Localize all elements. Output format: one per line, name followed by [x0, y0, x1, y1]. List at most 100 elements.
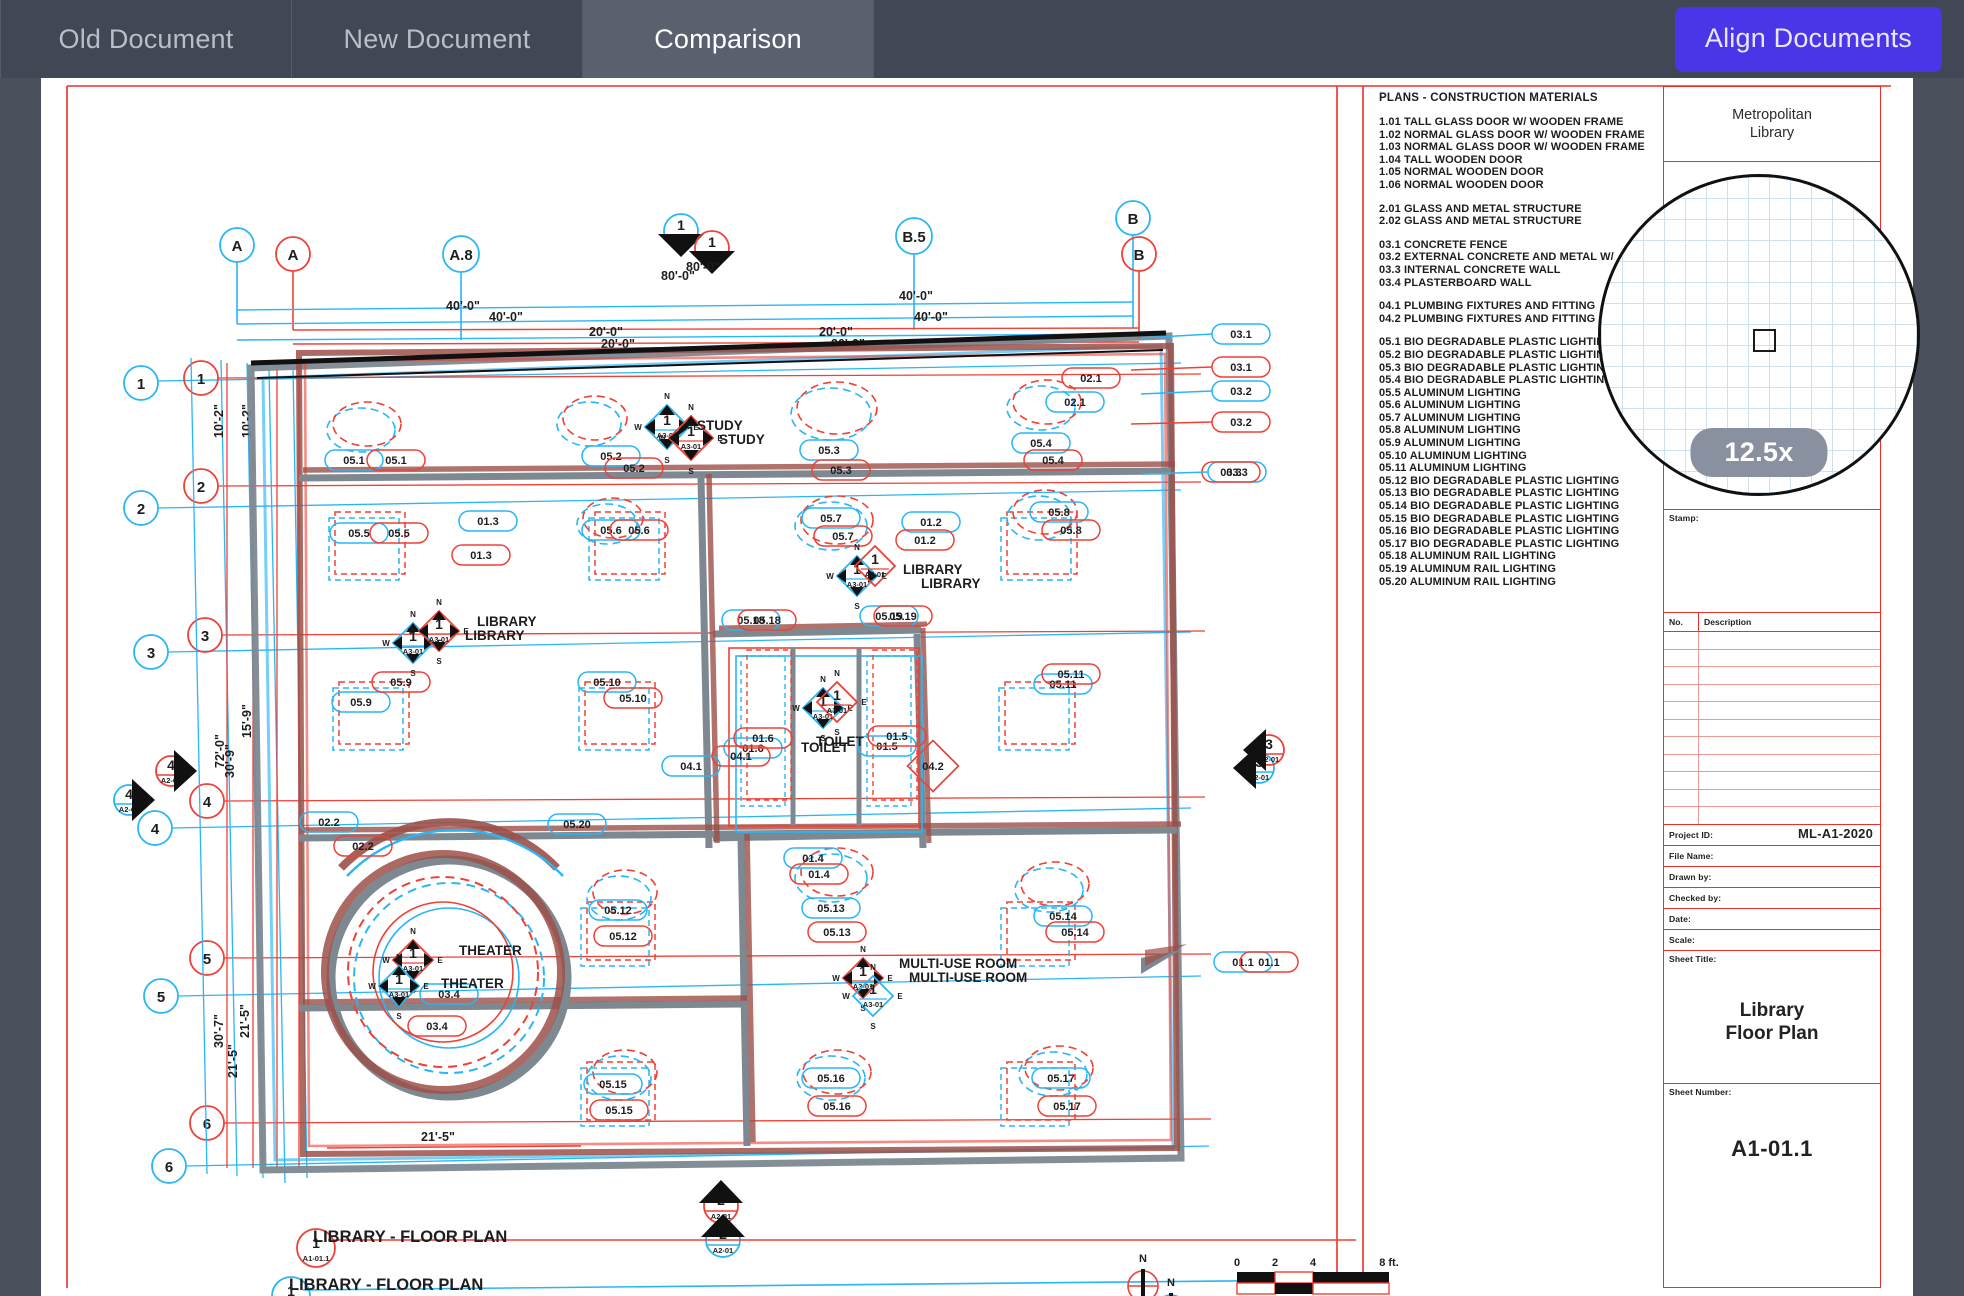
revision-row[interactable] — [1664, 650, 1880, 668]
svg-text:1: 1 — [197, 371, 205, 388]
svg-text:01.1: 01.1 — [1232, 957, 1253, 969]
svg-text:S: S — [664, 456, 670, 465]
legend-item: 05.20 ALUMINUM RAIL LIGHTING — [1379, 576, 1629, 589]
svg-text:W: W — [826, 572, 834, 581]
legend-item: 05.12 BIO DEGRADABLE PLASTIC LIGHTING — [1379, 475, 1629, 488]
tab-comparison[interactable]: Comparison — [583, 0, 874, 78]
svg-text:05.5: 05.5 — [348, 528, 369, 540]
legend-item: 1.02 NORMAL GLASS DOOR W/ WOODEN FRAME — [1379, 129, 1629, 142]
tab-new-document[interactable]: New Document — [292, 0, 583, 78]
svg-text:1: 1 — [708, 234, 716, 250]
svg-text:3: 3 — [147, 645, 155, 662]
svg-text:15'-9": 15'-9" — [240, 704, 254, 738]
svg-text:A1-01.1: A1-01.1 — [303, 1254, 330, 1263]
revision-row[interactable] — [1664, 685, 1880, 703]
magnifier-loupe[interactable]: 12.5x — [1598, 174, 1920, 496]
svg-text:3: 3 — [1265, 736, 1273, 752]
svg-text:N: N — [820, 675, 826, 684]
svg-text:01.2: 01.2 — [914, 535, 935, 547]
svg-text:05.13: 05.13 — [817, 903, 845, 915]
toolbar-spacer — [874, 0, 1675, 78]
align-documents-button[interactable]: Align Documents — [1675, 7, 1942, 72]
svg-text:2: 2 — [197, 479, 205, 496]
svg-text:B: B — [1128, 211, 1139, 228]
legend-item: 2.01 GLASS AND METAL STRUCTURE — [1379, 203, 1629, 216]
legend-item: 05.5 ALUMINUM LIGHTING — [1379, 387, 1629, 400]
date-field[interactable]: Date: — [1664, 909, 1880, 930]
svg-text:05.13: 05.13 — [823, 927, 851, 939]
svg-text:05.6: 05.6 — [628, 525, 649, 537]
legend-item: 03.2 EXTERNAL CONCRETE AND METAL W/ — [1379, 251, 1629, 264]
svg-text:N: N — [834, 669, 840, 678]
svg-text:02.2: 02.2 — [352, 841, 373, 853]
svg-text:05.3: 05.3 — [830, 465, 851, 477]
svg-text:21'-5": 21'-5" — [421, 1130, 455, 1144]
revision-row[interactable] — [1664, 667, 1880, 685]
svg-text:A3-01: A3-01 — [827, 706, 847, 715]
svg-text:5: 5 — [203, 951, 211, 968]
svg-text:N: N — [664, 392, 670, 401]
legend-item: 03.1 CONCRETE FENCE — [1379, 239, 1629, 252]
svg-text:30'-7": 30'-7" — [212, 1014, 226, 1048]
legend-item: 2.02 GLASS AND METAL STRUCTURE — [1379, 215, 1629, 228]
svg-text:LIBRARY: LIBRARY — [465, 628, 525, 643]
sheet-title-value: Library Floor Plan — [1664, 999, 1880, 1045]
svg-text:TOILET: TOILET — [816, 734, 865, 749]
stamp-field[interactable]: Stamp: — [1664, 510, 1880, 613]
revision-row[interactable] — [1664, 737, 1880, 755]
revision-no-label: No. — [1664, 617, 1683, 627]
svg-text:S: S — [870, 1022, 876, 1031]
document-viewport[interactable]: .red{stroke:#ef4136;fill:none;} .cy{stro… — [0, 78, 1964, 1296]
svg-text:6: 6 — [203, 1116, 211, 1133]
svg-text:05.9: 05.9 — [390, 677, 411, 689]
tab-old-document[interactable]: Old Document — [0, 0, 292, 78]
scale-field[interactable]: Scale: — [1664, 930, 1880, 951]
revision-desc-label: Description — [1699, 617, 1751, 627]
svg-text:05.14: 05.14 — [1049, 911, 1077, 923]
svg-text:1: 1 — [137, 376, 145, 393]
legend-item: 05.3 BIO DEGRADABLE PLASTIC LIGHTING — [1379, 362, 1629, 375]
revision-row[interactable] — [1664, 772, 1880, 790]
svg-text:04.1: 04.1 — [730, 751, 751, 763]
legend-item: 05.19 ALUMINUM RAIL LIGHTING — [1379, 563, 1629, 576]
svg-text:LIBRARY: LIBRARY — [903, 562, 963, 577]
svg-text:W: W — [382, 956, 390, 965]
checked-by-field[interactable]: Checked by: — [1664, 888, 1880, 909]
svg-text:6: 6 — [165, 1159, 173, 1176]
legend-item: 05.8 ALUMINUM LIGHTING — [1379, 424, 1629, 437]
svg-text:05.1: 05.1 — [385, 455, 406, 467]
revision-row[interactable] — [1664, 755, 1880, 773]
svg-text:E: E — [861, 698, 867, 707]
document-tabs: Old Document New Document Comparison — [0, 0, 874, 78]
svg-text:01.6: 01.6 — [752, 733, 773, 745]
revision-row[interactable] — [1664, 702, 1880, 720]
svg-text:21'-5": 21'-5" — [226, 1044, 240, 1078]
drawn-by-field[interactable]: Drawn by: — [1664, 867, 1880, 888]
svg-text:05.19: 05.19 — [889, 611, 917, 623]
revision-row[interactable] — [1664, 720, 1880, 738]
legend-item: 05.7 ALUMINUM LIGHTING — [1379, 412, 1629, 425]
file-name-field[interactable]: File Name: — [1664, 846, 1880, 867]
svg-text:02.2: 02.2 — [318, 817, 339, 829]
sheet-title-label: Sheet Title: — [1664, 951, 1880, 964]
legend-item: 1.05 NORMAL WOODEN DOOR — [1379, 166, 1629, 179]
svg-text:03.3: 03.3 — [1220, 467, 1241, 479]
svg-text:05.16: 05.16 — [823, 1101, 851, 1113]
revision-row[interactable] — [1664, 807, 1880, 825]
svg-text:W: W — [408, 627, 416, 636]
revision-row[interactable] — [1664, 790, 1880, 808]
svg-text:1: 1 — [677, 217, 685, 233]
revision-no-col: No. — [1664, 613, 1699, 631]
svg-text:05.2: 05.2 — [600, 451, 621, 463]
revision-row[interactable] — [1664, 632, 1880, 650]
svg-text:05.4: 05.4 — [1042, 455, 1064, 467]
svg-text:A.8: A.8 — [449, 247, 472, 264]
legend-item: 1.01 TALL GLASS DOOR W/ WOODEN FRAME — [1379, 116, 1629, 129]
sheet-number-value: A1-01.1 — [1664, 1136, 1880, 1162]
svg-text:05.7: 05.7 — [832, 531, 853, 543]
legend-item: 1.06 NORMAL WOODEN DOOR — [1379, 179, 1629, 192]
svg-text:W: W — [842, 992, 850, 1001]
svg-text:S: S — [436, 657, 442, 666]
checked-by-label: Checked by: — [1664, 893, 1726, 903]
svg-text:E: E — [423, 982, 429, 991]
